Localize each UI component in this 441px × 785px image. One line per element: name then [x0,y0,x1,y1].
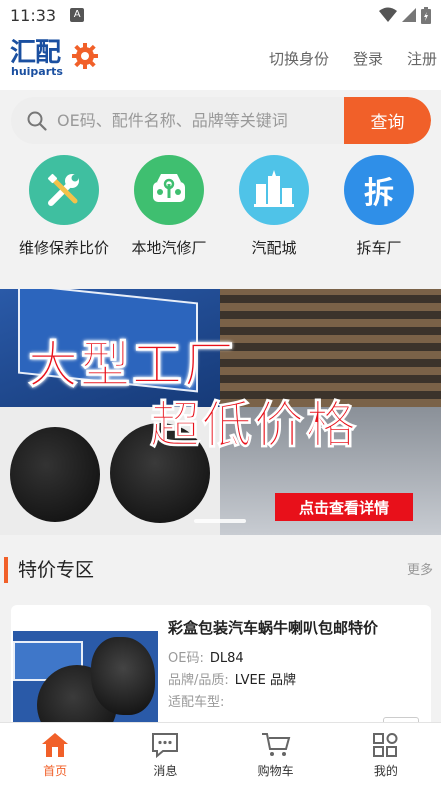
home-icon [42,733,69,757]
building-icon [239,155,309,225]
product-model-row: 适配车型: [168,691,230,710]
bottom-tab-bar: 首页 消息 购物车 我的 [0,722,441,785]
brand-value: LVEE 品牌 [234,673,297,688]
oe-value: DL84 [209,651,244,666]
quick-nav: 维修保养比价 本地汽修厂 汽配城 拆 拆车厂 [0,155,441,267]
quick-nav-local-repair[interactable]: 本地汽修厂 [119,155,219,258]
wifi-icon [379,7,397,22]
app-header: 汇配 huiparts 切换身份 登录 注册 [0,30,441,90]
banner-indicator [194,519,246,523]
product-brand-row: 品牌/品质: LVEE 品牌 [168,669,296,688]
search-bar: 查询 [11,97,431,144]
tab-label: 消息 [153,764,178,778]
tab-home[interactable]: 首页 [0,723,110,785]
tab-cart[interactable]: 购物车 [221,723,331,785]
more-link[interactable]: 更多 [407,559,433,578]
dismantle-icon: 拆 [344,155,414,225]
status-bar: 11:33 A [0,0,441,30]
quick-nav-label: 本地汽修厂 [131,239,207,257]
quick-nav-parts-city[interactable]: 汽配城 [224,155,324,258]
product-image [13,631,158,735]
quick-nav-repair-compare[interactable]: 维修保养比价 [14,155,114,258]
tab-messages[interactable]: 消息 [110,723,220,785]
section-title: 特价专区 [18,559,95,581]
tab-label: 首页 [43,764,68,778]
brand-label: 品牌/品质: [168,673,229,688]
app-logo: 汇配 huiparts [10,38,98,81]
cart-icon [261,733,290,756]
model-label: 适配车型: [168,695,225,710]
logo-text-cn: 汇配 [10,38,61,68]
logo-text-en: huiparts [11,65,63,78]
switch-identity-link[interactable]: 切换身份 [269,48,329,70]
profile-grid-icon [372,733,398,757]
promo-banner[interactable]: 大型工厂 超低价格 点击查看详情 [0,289,441,535]
product-card[interactable]: 彩盒包装汽车蜗牛喇叭包邮特价 OE码: DL84 品牌/品质: LVEE 品牌 适配… [11,605,431,735]
search-icon [27,111,47,131]
tab-label: 我的 [373,764,398,778]
product-title: 彩盒包装汽车蜗牛喇叭包邮特价 [168,619,379,637]
signal-icon [402,8,416,22]
special-offers-header: 特价专区 更多 [0,545,441,595]
banner-headline-1: 大型工厂 [28,336,236,395]
login-link[interactable]: 登录 [353,48,383,70]
header-links: 切换身份 登录 注册 [245,48,437,70]
tab-label: 购物车 [257,764,294,778]
banner-photo-warehouse [220,289,441,407]
oe-label: OE码: [168,651,204,666]
product-oe-row: OE码: DL84 [168,647,244,666]
gear-logo-icon [72,43,98,69]
quick-nav-label: 汽配城 [251,239,297,257]
message-icon [152,733,179,758]
banner-headline-2: 超低价格 [150,396,358,455]
status-time: 11:33 [10,5,57,25]
wrench-icon [29,155,99,225]
tab-profile[interactable]: 我的 [331,723,441,785]
car-repair-icon [134,155,204,225]
quick-nav-dismantle[interactable]: 拆 拆车厂 [329,155,429,258]
banner-cta[interactable]: 点击查看详情 [275,493,413,521]
quick-nav-label: 维修保养比价 [18,239,109,257]
search-button[interactable]: 查询 [344,97,431,144]
section-accent-bar [4,557,8,583]
battery-icon [421,6,431,24]
quick-nav-label: 拆车厂 [356,239,402,257]
notification-icon: A [70,8,85,22]
dismantle-glyph: 拆 [364,176,394,211]
status-icons [379,6,431,24]
register-link[interactable]: 注册 [407,48,437,70]
